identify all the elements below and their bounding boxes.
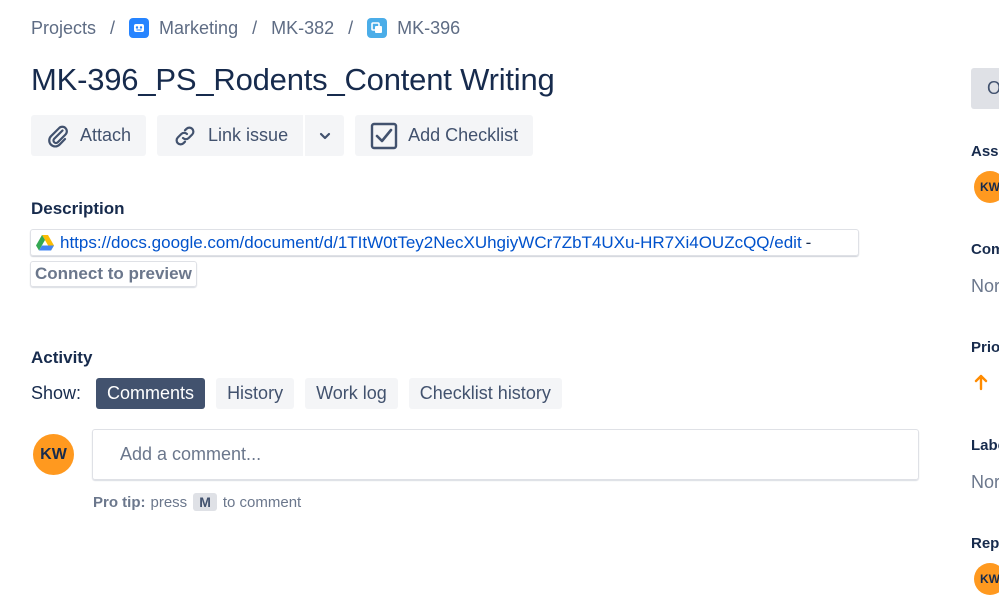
breadcrumb-separator: / [348, 17, 354, 38]
connect-to-preview-button[interactable]: Connect to preview [30, 261, 197, 287]
description-link-url[interactable]: https://docs.google.com/document/d/1TItW… [60, 233, 802, 253]
link-issue-group: Link issue [157, 115, 345, 156]
priority-high-icon[interactable] [973, 373, 989, 396]
pro-tip-text-pre: press [150, 493, 188, 511]
link-issue-button[interactable]: Link issue [157, 115, 304, 156]
subtask-icon [367, 18, 388, 38]
issue-toolbar: Attach Link issue Add Checklist [31, 115, 534, 156]
breadcrumb-separator: / [110, 17, 116, 38]
add-checklist-button[interactable]: Add Checklist [355, 115, 534, 156]
priority-label: Prio [971, 339, 999, 356]
breadcrumb-parent-issue[interactable]: MK-382 [271, 18, 334, 39]
attach-button[interactable]: Attach [31, 115, 147, 156]
pro-tip: Pro tip: press M to comment [93, 493, 301, 511]
labels-label: Labe [971, 437, 999, 454]
link-issue-label: Link issue [208, 125, 289, 145]
add-checklist-label: Add Checklist [408, 125, 519, 145]
paperclip-icon [48, 125, 68, 147]
show-label: Show: [31, 382, 82, 403]
breadcrumb-projects[interactable]: Projects [31, 18, 96, 39]
status-button[interactable]: O [971, 68, 999, 109]
tab-checklist-history[interactable]: Checklist history [408, 377, 562, 409]
description-heading: Description [31, 199, 125, 218]
chevron-down-icon [319, 132, 330, 139]
reporter-label: Repo [971, 535, 999, 552]
tab-history[interactable]: History [216, 377, 295, 409]
components-label: Com [971, 241, 999, 258]
breadcrumb-project[interactable]: Marketing [159, 18, 238, 39]
reporter-avatar[interactable]: KW [974, 563, 999, 595]
checkbox-icon [370, 122, 398, 149]
keyboard-shortcut-key: M [193, 493, 217, 511]
pro-tip-label: Pro tip: [93, 493, 146, 511]
activity-heading: Activity [31, 348, 93, 367]
breadcrumb-separator: / [252, 17, 258, 38]
breadcrumb-issue[interactable]: MK-396 [397, 18, 460, 39]
issue-title[interactable]: MK-396_PS_Rodents_Content Writing [31, 62, 555, 98]
link-icon [175, 126, 195, 145]
google-drive-icon [36, 234, 54, 250]
activity-filter-row: Show: Comments History Work log Checklis… [31, 377, 573, 409]
assignee-avatar[interactable]: KW [974, 171, 999, 203]
avatar: KW [33, 434, 74, 475]
labels-value[interactable]: Nor [971, 472, 999, 493]
tab-work-log[interactable]: Work log [305, 377, 398, 409]
description-link-card[interactable]: https://docs.google.com/document/d/1TItW… [30, 229, 859, 256]
breadcrumb: Projects / Marketing / MK-382 / MK-396 [31, 14, 460, 42]
description-link-suffix: - [805, 232, 812, 252]
project-avatar-icon[interactable] [129, 18, 150, 38]
link-issue-dropdown-button[interactable] [303, 115, 345, 156]
comment-input[interactable]: Add a comment... [92, 429, 919, 480]
attach-label: Attach [80, 125, 132, 145]
assignee-label: Assi [971, 143, 999, 160]
components-value[interactable]: Nor [971, 276, 999, 297]
tab-comments[interactable]: Comments [96, 377, 206, 409]
pro-tip-text-post: to comment [222, 493, 302, 511]
